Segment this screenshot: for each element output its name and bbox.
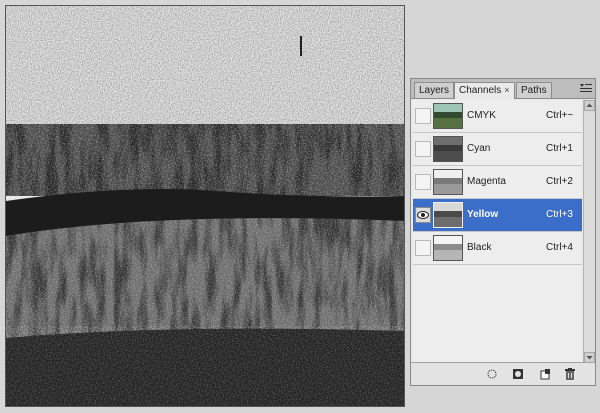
- trash-icon[interactable]: [563, 367, 577, 381]
- tab-channels-label: Channels: [459, 85, 502, 96]
- channel-row-yellow[interactable]: Yellow Ctrl+3: [413, 199, 582, 232]
- channels-panel: Layers Channels × Paths CMYK Ctrl+~ Cyan…: [410, 78, 596, 386]
- channel-thumbnail: [433, 202, 463, 228]
- tab-paths[interactable]: Paths: [516, 82, 552, 98]
- channel-list: CMYK Ctrl+~ Cyan Ctrl+1 Magenta Ctrl+2 Y…: [413, 100, 582, 363]
- channel-image: [6, 6, 404, 406]
- visibility-toggle[interactable]: [415, 174, 431, 190]
- channel-name: Black: [467, 242, 492, 253]
- panel-menu-icon[interactable]: [580, 84, 592, 94]
- tab-layers[interactable]: Layers: [414, 82, 455, 98]
- panel-tabbar: Layers Channels × Paths: [411, 79, 595, 99]
- channel-row-cmyk[interactable]: CMYK Ctrl+~: [413, 100, 582, 133]
- panel-scrollbar[interactable]: [583, 100, 595, 363]
- tab-paths-label: Paths: [521, 85, 547, 96]
- visibility-toggle[interactable]: [415, 207, 431, 223]
- channel-shortcut: Ctrl+2: [546, 176, 573, 187]
- channel-row-magenta[interactable]: Magenta Ctrl+2: [413, 166, 582, 199]
- channel-shortcut: Ctrl+1: [546, 143, 573, 154]
- eye-icon: [417, 211, 429, 219]
- visibility-toggle[interactable]: [415, 240, 431, 256]
- channel-row-black[interactable]: Black Ctrl+4: [413, 232, 582, 265]
- new-channel-icon[interactable]: [538, 367, 552, 381]
- channel-shortcut: Ctrl+~: [546, 110, 574, 121]
- save-selection-icon[interactable]: [511, 367, 525, 381]
- channel-thumbnail: [433, 169, 463, 195]
- tab-layers-label: Layers: [419, 85, 450, 96]
- tab-close-icon[interactable]: ×: [504, 85, 509, 95]
- channel-row-cyan[interactable]: Cyan Ctrl+1: [413, 133, 582, 166]
- load-selection-icon[interactable]: [485, 367, 499, 381]
- channel-thumbnail: [433, 136, 463, 162]
- visibility-toggle[interactable]: [415, 108, 431, 124]
- channel-thumbnail: [433, 103, 463, 129]
- channel-name: Cyan: [467, 143, 491, 154]
- scroll-up-icon[interactable]: [584, 100, 595, 111]
- tab-channels[interactable]: Channels ×: [454, 82, 515, 99]
- panel-bottombar: [411, 362, 595, 385]
- channel-shortcut: Ctrl+4: [546, 242, 573, 253]
- channel-shortcut: Ctrl+3: [546, 209, 573, 220]
- visibility-toggle[interactable]: [415, 141, 431, 157]
- channel-thumbnail: [433, 235, 463, 261]
- channel-name: Yellow: [467, 209, 499, 220]
- document-canvas[interactable]: [5, 5, 405, 407]
- channel-name: Magenta: [467, 176, 506, 187]
- channel-name: CMYK: [467, 110, 496, 121]
